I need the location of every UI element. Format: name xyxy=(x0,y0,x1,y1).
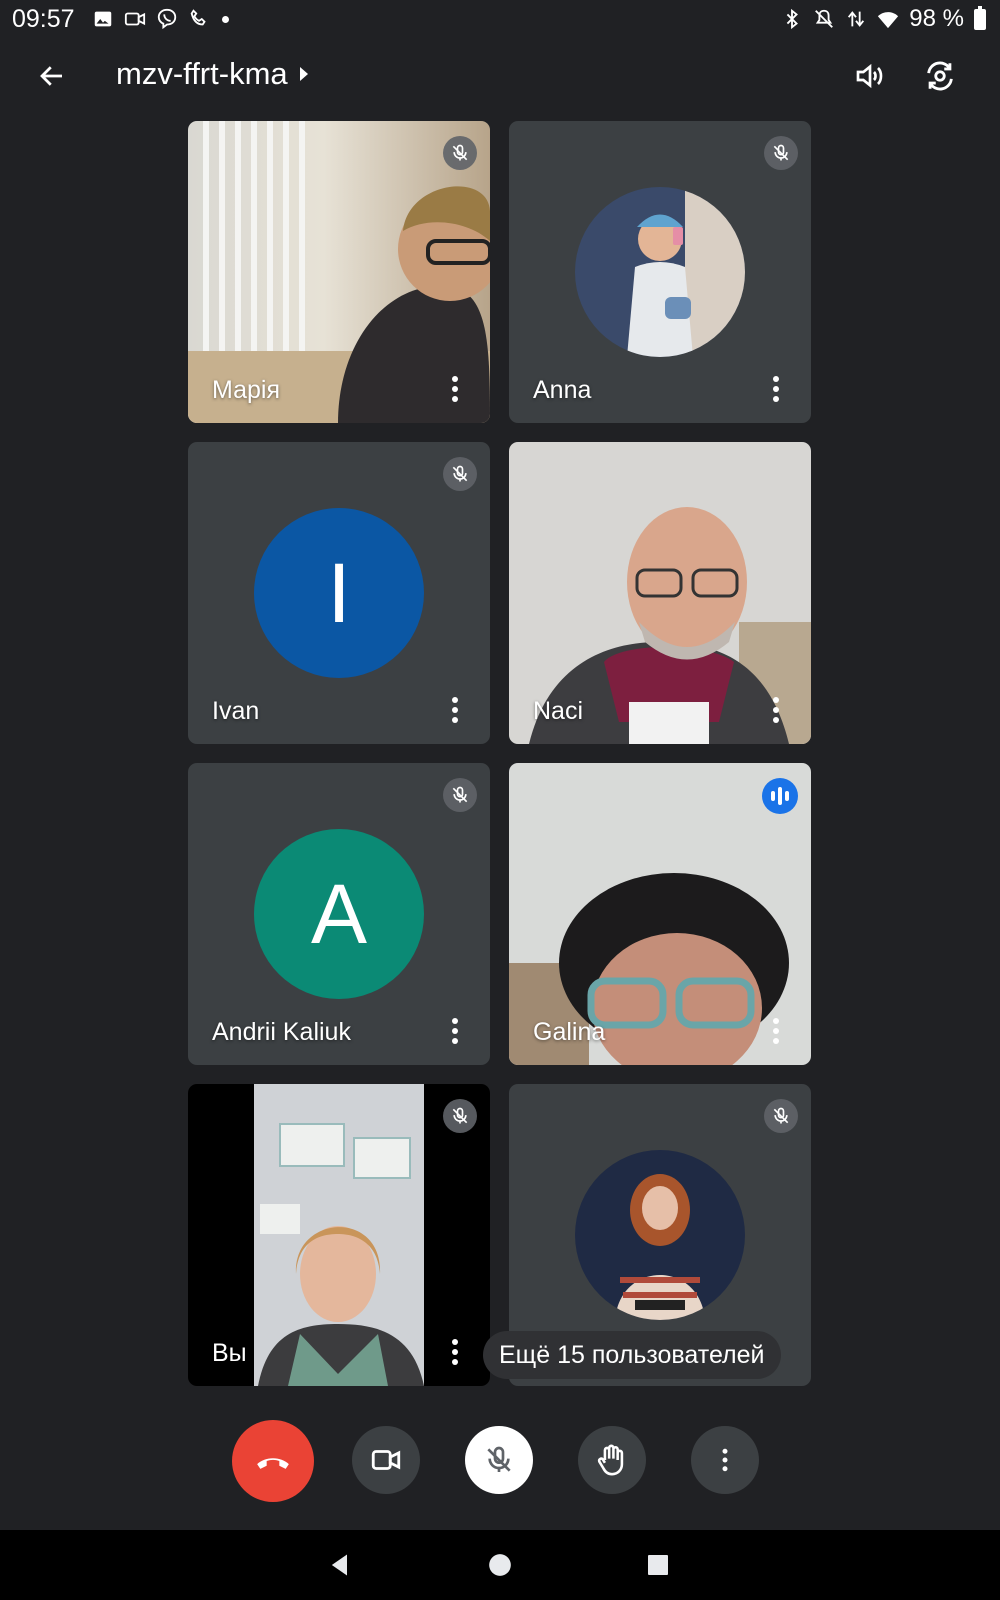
avatar: I xyxy=(254,508,424,678)
switch-camera-button[interactable] xyxy=(918,54,962,98)
participant-name: Galina xyxy=(533,1018,606,1046)
more-vert-icon xyxy=(722,1448,728,1472)
avatar xyxy=(575,1150,745,1320)
nav-back-icon xyxy=(331,1554,347,1576)
call-controls xyxy=(0,1420,1000,1510)
video-icon xyxy=(124,8,146,30)
dot-icon xyxy=(222,15,229,23)
camera-button[interactable] xyxy=(352,1426,420,1494)
mic-off-icon xyxy=(452,144,468,161)
self-tile[interactable]: Вы xyxy=(188,1084,490,1386)
participant-tile[interactable]: Anna xyxy=(509,121,811,423)
participant-more-button[interactable] xyxy=(444,373,466,405)
system-nav-bar xyxy=(0,1530,1000,1600)
more-participants-chip[interactable]: Ещё 15 пользователей xyxy=(483,1331,781,1379)
nav-recents-button[interactable] xyxy=(638,1545,678,1585)
battery-icon xyxy=(974,5,986,30)
bluetooth-icon xyxy=(781,8,803,30)
microphone-button[interactable] xyxy=(465,1426,533,1494)
mic-off-icon xyxy=(773,1107,789,1124)
meeting-title-text: mzv-ffrt-kma xyxy=(116,56,288,91)
participant-name: Anna xyxy=(533,376,592,404)
avatar xyxy=(575,187,745,357)
participant-name: Вы xyxy=(212,1339,247,1367)
image-icon xyxy=(92,8,114,30)
mic-off-indicator xyxy=(764,1099,798,1133)
participant-name: Andrii Kaliuk xyxy=(212,1018,351,1046)
switch-camera-icon xyxy=(927,61,953,91)
meeting-code[interactable]: mzv-ffrt-kma xyxy=(116,56,308,92)
participant-name: Марія xyxy=(212,376,281,404)
speaking-indicator xyxy=(762,778,798,814)
participant-more-button[interactable] xyxy=(444,1336,466,1368)
caret-right-icon xyxy=(299,67,308,81)
raise-hand-icon xyxy=(597,1444,624,1476)
status-bar: 09:57 98 % xyxy=(0,0,1000,38)
participant-more-button[interactable] xyxy=(444,1015,466,1047)
participant-more-button[interactable] xyxy=(444,694,466,726)
mic-off-indicator xyxy=(443,1099,477,1133)
nav-home-button[interactable] xyxy=(480,1545,520,1585)
app-bar: mzv-ffrt-kma xyxy=(0,40,1000,112)
mic-off-indicator xyxy=(764,136,798,170)
missed-call-icon xyxy=(188,8,210,30)
speaker-icon xyxy=(856,63,883,89)
end-call-icon xyxy=(257,1458,289,1469)
mic-off-icon xyxy=(452,465,468,482)
participant-more-button[interactable] xyxy=(765,1015,787,1047)
participant-more-button[interactable] xyxy=(765,373,787,405)
mic-off-icon xyxy=(773,144,789,161)
mic-off-indicator xyxy=(443,457,477,491)
wifi-icon xyxy=(877,8,899,30)
mic-off-icon xyxy=(487,1446,511,1472)
more-options-button[interactable] xyxy=(691,1426,759,1494)
system-icons: 98 % xyxy=(781,5,986,33)
participant-tile[interactable]: I Ivan xyxy=(188,442,490,744)
audio-output-button[interactable] xyxy=(848,54,892,98)
end-call-button[interactable] xyxy=(232,1420,314,1502)
battery-percent: 98 % xyxy=(909,5,964,32)
status-time: 09:57 xyxy=(12,5,75,33)
mute-icon xyxy=(813,8,835,30)
back-button[interactable] xyxy=(30,54,74,98)
notification-icons xyxy=(92,8,229,30)
mic-off-icon xyxy=(452,1107,468,1124)
back-arrow-icon xyxy=(40,66,62,86)
participant-name: Naci xyxy=(533,697,584,725)
viber-icon xyxy=(156,8,178,30)
mic-off-indicator xyxy=(443,778,477,812)
participant-name: Ivan xyxy=(212,697,260,725)
nav-home-icon xyxy=(489,1554,511,1576)
participant-tile[interactable]: Galina xyxy=(509,763,811,1065)
participant-tile[interactable]: Naci xyxy=(509,442,811,744)
avatar: A xyxy=(254,829,424,999)
data-arrows-icon xyxy=(845,8,867,30)
mic-off-indicator xyxy=(443,136,477,170)
mic-off-icon xyxy=(452,786,468,803)
participant-tile[interactable]: A Andrii Kaliuk xyxy=(188,763,490,1065)
nav-recents-icon xyxy=(648,1555,668,1575)
participant-more-button[interactable] xyxy=(765,694,787,726)
raise-hand-button[interactable] xyxy=(578,1426,646,1494)
nav-back-button[interactable] xyxy=(320,1545,360,1585)
participant-tile[interactable]: Марія xyxy=(188,121,490,423)
camera-icon xyxy=(371,1450,401,1470)
